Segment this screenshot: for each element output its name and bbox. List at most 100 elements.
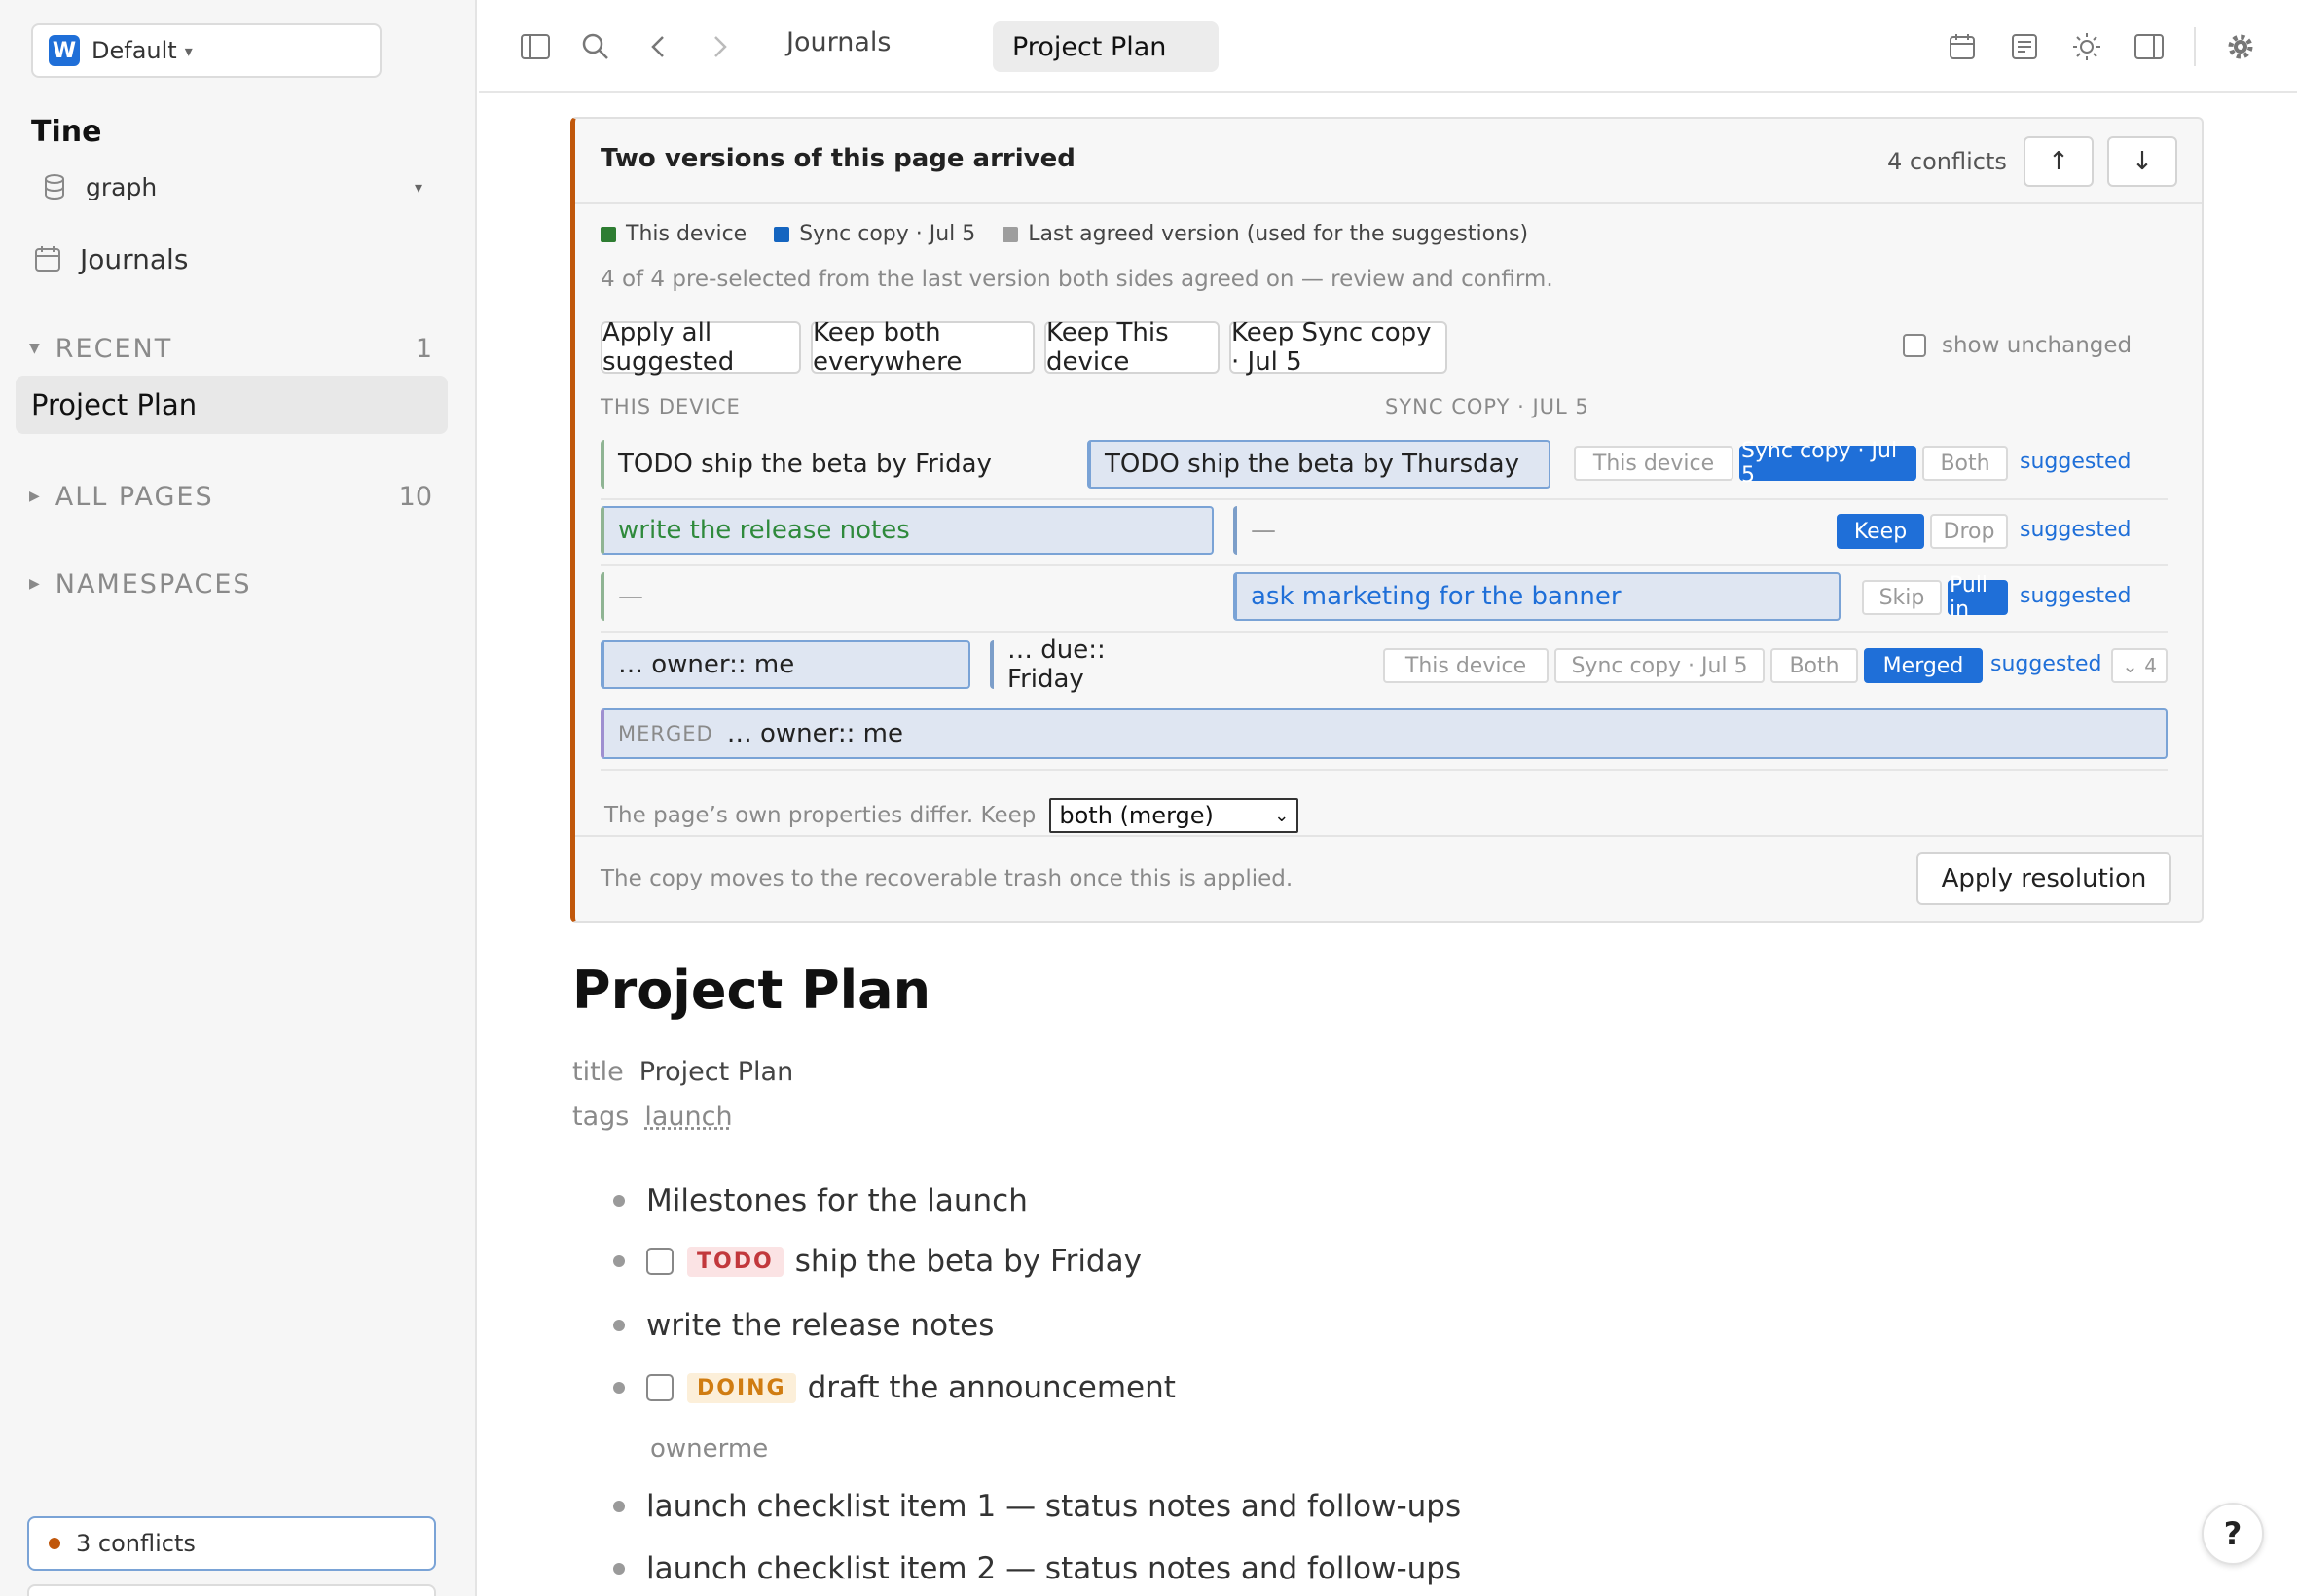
task-checkbox[interactable]	[646, 1374, 674, 1401]
theme-icon[interactable]	[2067, 27, 2106, 66]
graph-label: graph	[86, 172, 158, 201]
conflicts-label: 3 conflicts	[76, 1530, 196, 1557]
conflict-right-cell[interactable]: —	[1233, 506, 1428, 555]
help-button[interactable]: ?	[2202, 1503, 2264, 1565]
doing-marker[interactable]: DOING	[687, 1372, 796, 1403]
row-divider	[601, 631, 2168, 633]
page-title[interactable]: Project Plan	[572, 960, 930, 1021]
section-namespaces-header[interactable]: ▶ NAMESPACES	[29, 564, 432, 603]
apply-resolution-button[interactable]: Apply resolution	[1916, 852, 2171, 905]
sidebar-item-journals[interactable]: Journals	[33, 237, 442, 280]
previous-conflict-button[interactable]: ↑	[2024, 136, 2094, 187]
keep-this-device-button[interactable]: Keep This device	[1044, 318, 1220, 377]
choice-skip[interactable]: Skip	[1862, 580, 1942, 615]
suggested-label: suggested	[2020, 518, 2132, 542]
property-key: title	[572, 1057, 624, 1087]
legend-label: Last agreed version (used for the sugges…	[1028, 222, 1529, 246]
choice-pull-in[interactable]: Pull in	[1948, 573, 2008, 622]
workspace-switcher[interactable]: W Default ▾	[31, 23, 382, 78]
sidebar-item-project-plan[interactable]: Project Plan	[16, 376, 448, 434]
conflict-left-cell[interactable]: —	[601, 572, 795, 621]
conflict-left-cell[interactable]: … owner:: me	[601, 640, 970, 689]
choice-this-device[interactable]: This device	[1574, 446, 1733, 481]
page-properties-row: The page’s own properties differ. Keep b…	[604, 798, 1299, 833]
choice-this-device[interactable]: This device	[1383, 648, 1549, 683]
workspace-badge: W	[49, 35, 80, 66]
bullet-dot[interactable]	[613, 1255, 625, 1267]
conflict-panel-footer: The copy moves to the recoverable trash …	[575, 835, 2202, 921]
conflict-right-cell[interactable]: TODO ship the beta by Thursday	[1087, 440, 1550, 489]
merged-tag: MERGED	[618, 722, 713, 745]
right-panel-icon[interactable]	[2130, 27, 2169, 66]
bullet-dot[interactable]	[613, 1501, 625, 1512]
conflict-title: Two versions of this page arrived	[601, 144, 1076, 173]
merged-result-row[interactable]: MERGED … owner:: me	[601, 708, 2168, 759]
block[interactable]: write the release notes	[613, 1308, 994, 1343]
block[interactable]: launch checklist item 2 — status notes a…	[613, 1551, 1461, 1586]
tab-journals[interactable]: Journals	[786, 27, 891, 57]
section-all-pages-header[interactable]: ▶ ALL PAGES 10	[29, 477, 432, 516]
checkbox[interactable]	[1903, 334, 1926, 357]
reader-icon[interactable]	[2005, 27, 2044, 66]
property-key: tags	[572, 1102, 630, 1132]
legend-swatch	[601, 226, 616, 242]
expand-chip[interactable]: ⌄ 4	[2111, 648, 2168, 683]
graph-selector[interactable]: graph ▾	[43, 167, 432, 206]
choice-sync-copy[interactable]: Sync copy · Jul 5	[1739, 439, 1916, 488]
bullet-dot[interactable]	[613, 1382, 625, 1394]
choice-sync-copy[interactable]: Sync copy · Jul 5	[1554, 648, 1765, 683]
show-unchanged-toggle[interactable]: show unchanged	[1903, 333, 2132, 358]
conflict-left-cell[interactable]: TODO ship the beta by Friday	[601, 440, 1068, 489]
block[interactable]: DOING draft the announcement	[613, 1370, 1176, 1405]
legend-item: Sync copy · Jul 5	[774, 222, 975, 246]
choice-keep[interactable]: Keep	[1837, 514, 1924, 549]
legend-label: This device	[626, 222, 747, 246]
row-divider	[601, 564, 2168, 566]
conflict-left-cell[interactable]: write the release notes	[601, 506, 1214, 555]
block[interactable]: TODO ship the beta by Friday	[613, 1244, 1142, 1279]
search-icon[interactable]	[576, 27, 615, 66]
conflict-right-cell[interactable]: … due:: Friday	[990, 635, 1185, 694]
bullet-dot[interactable]	[613, 1195, 625, 1207]
sidebar-footer-button[interactable]	[27, 1584, 436, 1596]
keep-sync-copy-button[interactable]: Keep Sync copy · Jul 5	[1229, 318, 1447, 377]
page-property-tags[interactable]: tags launch	[572, 1102, 733, 1132]
section-label: RECENT	[55, 333, 173, 364]
back-icon[interactable]	[638, 27, 677, 66]
database-icon	[45, 174, 64, 200]
chevron-down-icon: ⌄	[1274, 805, 1290, 826]
properties-keep-select[interactable]: both (merge) ⌄	[1049, 798, 1299, 833]
block-text: Milestones for the launch	[646, 1183, 1028, 1218]
next-conflict-button[interactable]: ↓	[2107, 136, 2177, 187]
column-header-this-device: THIS DEVICE	[601, 395, 741, 418]
choice-both[interactable]: Both	[1770, 648, 1858, 683]
block[interactable]: launch checklist item 1 — status notes a…	[613, 1489, 1461, 1524]
choice-merged[interactable]: Merged	[1864, 648, 1983, 683]
keep-both-everywhere-button[interactable]: Keep both everywhere	[811, 318, 1035, 377]
settings-icon[interactable]	[2221, 27, 2260, 66]
left-sidebar: W Default ▾ Tine graph ▾ Journals ▼ RECE…	[0, 0, 477, 1596]
forward-icon[interactable]	[701, 27, 740, 66]
block-text: launch checklist item 1 — status notes a…	[646, 1489, 1462, 1524]
tag-link[interactable]: launch	[644, 1102, 732, 1132]
sidebar-toggle-icon[interactable]	[516, 27, 555, 66]
conflict-right-cell[interactable]: ask marketing for the banner	[1233, 572, 1841, 621]
bullet-dot[interactable]	[613, 1320, 625, 1331]
choice-drop[interactable]: Drop	[1930, 514, 2008, 549]
section-recent-header[interactable]: ▼ RECENT 1	[29, 329, 432, 368]
bullet-dot[interactable]	[613, 1563, 625, 1575]
block-property: ownerme	[650, 1434, 769, 1464]
calendar-icon[interactable]	[1943, 27, 1982, 66]
select-value: both (merge)	[1059, 802, 1214, 829]
block[interactable]: Milestones for the launch	[613, 1183, 1028, 1218]
apply-all-suggested-button[interactable]: Apply all suggested	[601, 318, 801, 377]
legend: This device Sync copy · Jul 5 Last agree…	[601, 222, 1555, 246]
conflicts-button[interactable]: 3 conflicts	[27, 1516, 436, 1571]
tab-project-plan[interactable]: Project Plan	[993, 21, 1219, 72]
calendar-icon	[35, 246, 60, 272]
top-bar: Journals Project Plan	[479, 0, 2297, 93]
page-property-title[interactable]: title Project Plan	[572, 1057, 793, 1087]
choice-both[interactable]: Both	[1922, 446, 2008, 481]
task-checkbox[interactable]	[646, 1248, 674, 1275]
todo-marker[interactable]: TODO	[687, 1246, 784, 1277]
